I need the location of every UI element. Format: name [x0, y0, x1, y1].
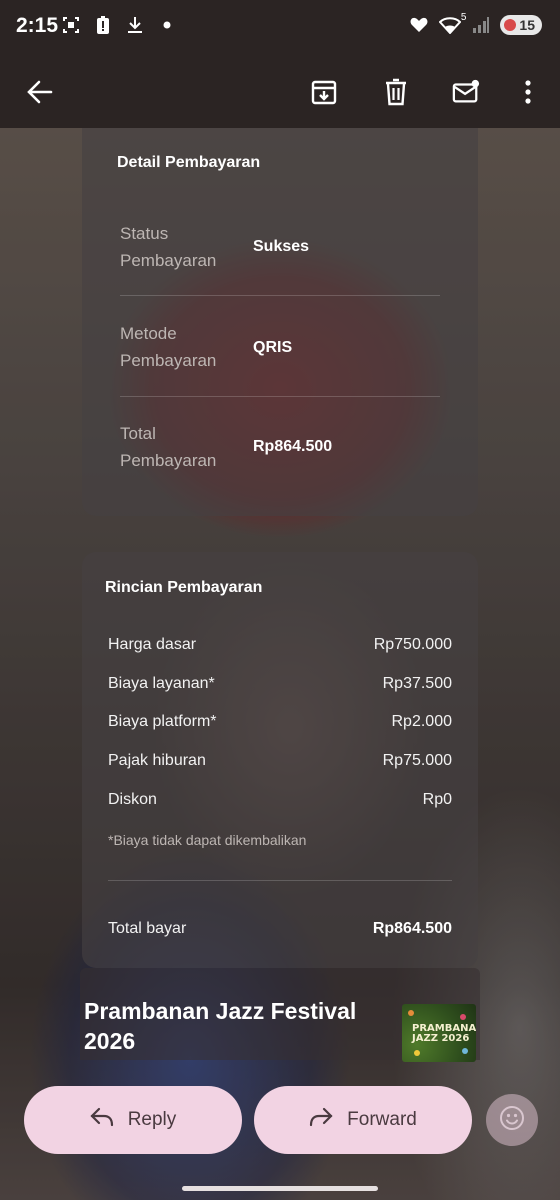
- wifi-label: 5: [460, 12, 467, 23]
- reply-label: Reply: [127, 1109, 177, 1130]
- archive-icon[interactable]: [310, 78, 338, 106]
- wifi-icon: 5: [438, 12, 466, 34]
- breakdown-item-label: Harga dasar: [108, 636, 197, 653]
- thumb-decoration: [414, 1050, 420, 1056]
- download-icon: [126, 16, 144, 34]
- back-arrow-icon[interactable]: [26, 78, 54, 106]
- battery-level: 15: [519, 17, 535, 33]
- breakdown-item-value: Rp750.000: [373, 636, 452, 653]
- total-payment-label: Total Pembayaran: [120, 424, 217, 470]
- breakdown-item-label: Pajak hiburan: [108, 752, 206, 769]
- non-refundable-note: *Biaya tidak dapat dikembalikan: [108, 832, 307, 848]
- battery-icon: 15: [500, 15, 542, 35]
- divider: [120, 396, 440, 397]
- divider: [108, 880, 452, 881]
- alert-battery-icon: [94, 16, 112, 34]
- signal-icon: [472, 16, 490, 34]
- smiley-icon: [499, 1105, 525, 1136]
- forward-icon: [309, 1107, 333, 1133]
- battery-saver-dot: [504, 19, 517, 31]
- heart-icon: [410, 16, 428, 34]
- status-label: Status Pembayaran: [120, 224, 217, 270]
- reply-button[interactable]: Reply: [24, 1086, 242, 1154]
- forward-label: Forward: [347, 1109, 417, 1130]
- status-left-icons: [62, 16, 176, 34]
- event-thumbnail[interactable]: PRAMBANAN JAZZ 2026: [402, 1004, 476, 1062]
- status-bar: 2:15 5 15: [0, 0, 560, 56]
- thumb-text-line2: JAZZ 2026: [412, 1033, 470, 1044]
- screenshot-icon: [62, 16, 80, 34]
- method-value: QRIS: [253, 339, 293, 356]
- mark-unread-icon[interactable]: [452, 78, 480, 106]
- breakdown-item-label: Biaya layanan*: [108, 675, 215, 692]
- breakdown-item-label: Biaya platform*: [108, 713, 217, 730]
- breakdown-item-value: Rp2.000: [391, 713, 453, 730]
- total-bill-value: Rp864.500: [372, 920, 452, 937]
- reply-icon: [90, 1107, 114, 1133]
- thumb-decoration: [462, 1048, 468, 1054]
- status-value: Sukses: [253, 238, 310, 255]
- thumb-logo-text: PRAMBANAN JAZZ 2026: [412, 1024, 476, 1044]
- more-vert-icon[interactable]: [514, 78, 542, 106]
- forward-button[interactable]: Forward: [254, 1086, 472, 1154]
- method-label: Metode Pembayaran: [120, 324, 217, 370]
- status-right-icons: 5 15: [410, 12, 542, 35]
- total-payment-value: Rp864.500: [253, 438, 333, 455]
- breakdown-item-value: Rp0: [422, 791, 452, 808]
- thumb-decoration: [408, 1010, 414, 1016]
- top-app-bar: [0, 56, 560, 128]
- breakdown-item-label: Diskon: [108, 791, 157, 808]
- emoji-reaction-button[interactable]: [486, 1094, 538, 1146]
- notification-dot: [158, 16, 176, 34]
- divider: [120, 295, 440, 296]
- payment-detail-title: Detail Pembayaran: [117, 154, 261, 171]
- thumb-decoration: [460, 1014, 466, 1020]
- home-indicator[interactable]: [182, 1186, 378, 1191]
- status-time: 2:15: [16, 14, 59, 37]
- payment-breakdown-title: Rincian Pembayaran: [105, 579, 263, 596]
- event-title: Prambanan Jazz Festival 2026: [84, 998, 357, 1054]
- total-bill-label: Total bayar: [108, 920, 187, 937]
- breakdown-item-value: Rp75.000: [382, 752, 452, 769]
- delete-icon[interactable]: [382, 78, 410, 106]
- breakdown-item-value: Rp37.500: [382, 675, 452, 692]
